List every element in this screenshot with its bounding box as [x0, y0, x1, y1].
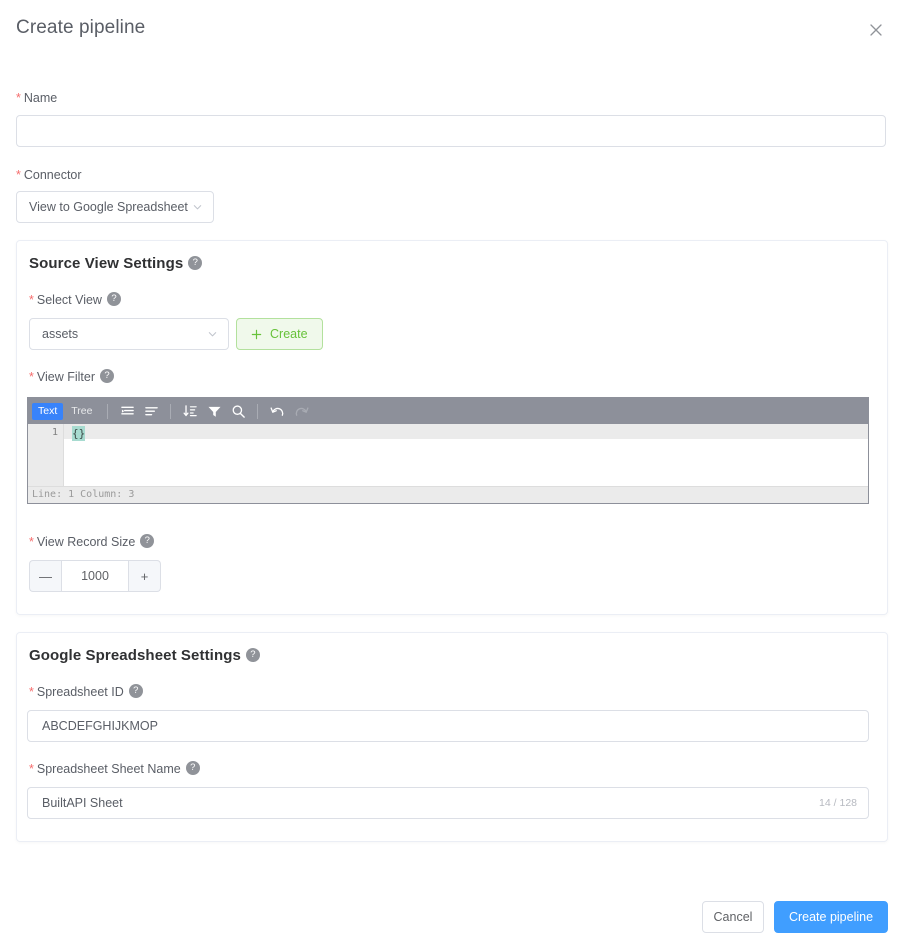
- source-view-settings-panel: Source View Settings ? * Select View ? as…: [16, 240, 888, 615]
- create-pipeline-dialog: Create pipeline * Name * Connector View to…: [0, 0, 904, 951]
- page-title: Create pipeline: [16, 17, 146, 38]
- cancel-button[interactable]: Cancel: [702, 901, 764, 933]
- view-record-size-stepper: — 1000 +: [29, 560, 161, 592]
- redo-icon[interactable]: [291, 401, 311, 421]
- help-icon[interactable]: ?: [106, 292, 121, 306]
- dialog-header: Create pipeline: [0, 0, 904, 62]
- json-editor-status-bar: Line: 1 Column: 3: [28, 486, 868, 503]
- format-compact-icon-glyph: [121, 406, 134, 415]
- spreadsheet-id-label-row: * Spreadsheet ID ?: [29, 684, 143, 699]
- source-view-panel-title: Source View Settings: [29, 255, 184, 272]
- required-marker: *: [16, 168, 21, 182]
- sheet-name-character-counter: 14 / 128: [819, 797, 857, 809]
- name-input[interactable]: [16, 115, 886, 147]
- json-editor-content: {}: [72, 426, 86, 441]
- view-record-size-increment-button[interactable]: +: [129, 560, 161, 592]
- help-icon[interactable]: ?: [100, 369, 114, 383]
- view-filter-label: View Filter: [36, 370, 95, 384]
- view-record-size-value[interactable]: 1000: [61, 560, 129, 592]
- toolbar-divider: [257, 403, 259, 419]
- undo-icon-glyph: [270, 407, 284, 416]
- select-view-label: Select View: [36, 293, 102, 307]
- spreadsheet-panel-title: Google Spreadsheet Settings: [29, 647, 241, 664]
- view-record-size-label: View Record Size: [36, 535, 136, 549]
- view-filter-json-editor: Text Tree 1 {} Line: 1 Column: 3: [27, 397, 869, 504]
- sheet-name-label: Spreadsheet Sheet Name: [36, 762, 181, 776]
- json-editor-gutter: 1: [28, 424, 64, 486]
- connector-select[interactable]: View to Google Spreadsheet: [16, 191, 214, 223]
- close-icon-glyph: [870, 24, 882, 36]
- filter-icon[interactable]: [204, 401, 224, 421]
- chevron-down-icon: [193, 205, 202, 210]
- required-marker: *: [29, 369, 34, 384]
- required-marker: *: [29, 292, 34, 307]
- view-record-size-decrement-button[interactable]: —: [29, 560, 61, 592]
- name-label: Name: [23, 91, 58, 105]
- dialog-footer: Cancel Create pipeline: [0, 887, 904, 951]
- help-icon[interactable]: ?: [245, 647, 260, 662]
- required-marker: *: [29, 534, 34, 549]
- redo-icon-glyph: [295, 407, 309, 416]
- source-view-panel-header: Source View Settings ?: [29, 255, 203, 272]
- filter-icon-glyph: [208, 406, 221, 417]
- view-filter-label-row: * View Filter ?: [29, 369, 114, 384]
- help-icon[interactable]: ?: [128, 684, 143, 698]
- sheet-name-label-row: * Spreadsheet Sheet Name ?: [29, 761, 200, 776]
- create-view-button[interactable]: Create: [236, 318, 323, 350]
- format-compact-icon[interactable]: [117, 401, 137, 421]
- search-icon-glyph: [232, 404, 245, 418]
- connector-select-value: View to Google Spreadsheet: [29, 200, 188, 214]
- json-editor-tab-tree[interactable]: Tree: [65, 403, 98, 420]
- sort-icon[interactable]: [180, 401, 200, 421]
- close-icon[interactable]: [866, 20, 886, 40]
- google-spreadsheet-settings-panel: Google Spreadsheet Settings ? * Spreadshe…: [16, 632, 888, 842]
- format-indent-icon-glyph: [145, 406, 158, 415]
- toolbar-divider: [107, 403, 109, 419]
- json-editor-code-area[interactable]: {}: [64, 424, 868, 486]
- required-marker: *: [29, 684, 34, 699]
- help-icon[interactable]: ?: [140, 534, 155, 548]
- json-editor-tab-text[interactable]: Text: [32, 402, 64, 420]
- select-view-value: assets: [42, 327, 79, 341]
- format-indent-icon[interactable]: [141, 401, 161, 421]
- spreadsheet-id-input[interactable]: [27, 710, 869, 742]
- undo-icon[interactable]: [267, 401, 287, 421]
- plus-icon: [251, 329, 262, 339]
- select-view-dropdown[interactable]: assets: [29, 318, 229, 350]
- help-icon[interactable]: ?: [185, 761, 200, 775]
- sheet-name-input[interactable]: [27, 787, 869, 819]
- chevron-down-icon: [208, 332, 217, 337]
- search-icon[interactable]: [228, 401, 248, 421]
- toolbar-divider: [170, 403, 172, 419]
- create-pipeline-button[interactable]: Create pipeline: [774, 901, 888, 933]
- required-marker: *: [29, 761, 34, 776]
- sheet-name-field-wrap: 14 / 128: [27, 787, 869, 819]
- json-editor-active-line: [64, 424, 868, 439]
- view-record-size-label-row: * View Record Size ?: [29, 534, 155, 549]
- json-editor-line-number: 1: [51, 427, 58, 438]
- json-editor-toolbar: Text Tree: [28, 398, 868, 424]
- spreadsheet-panel-header: Google Spreadsheet Settings ?: [29, 647, 260, 664]
- connector-label: Connector: [23, 168, 82, 182]
- spreadsheet-id-label: Spreadsheet ID: [36, 685, 124, 699]
- name-label-row: * Name: [16, 89, 57, 107]
- connector-label-row: * Connector: [16, 166, 82, 184]
- select-view-label-row: * Select View ?: [29, 292, 121, 307]
- sort-icon-glyph: [183, 405, 197, 417]
- create-view-button-label: Create: [270, 327, 308, 341]
- required-marker: *: [16, 91, 21, 105]
- help-icon[interactable]: ?: [188, 255, 203, 270]
- json-editor-body[interactable]: 1 {}: [28, 424, 868, 486]
